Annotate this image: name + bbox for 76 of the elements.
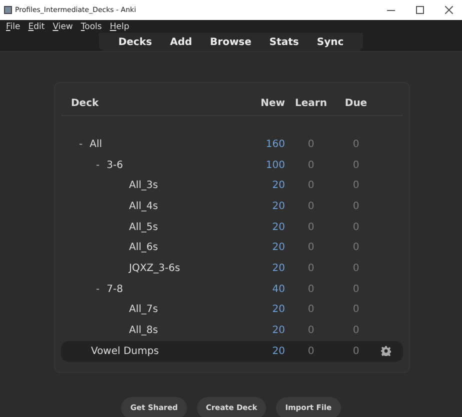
deck-name[interactable]: All_8s	[129, 325, 158, 336]
learn-count: 0	[306, 242, 316, 254]
collapse-toggle[interactable]: -	[96, 160, 100, 171]
due-count: 0	[352, 242, 360, 254]
new-count: 20	[271, 304, 285, 316]
menu-item[interactable]: Tools	[80, 22, 102, 32]
deck-name[interactable]: 7-8	[106, 284, 123, 295]
close-icon[interactable]	[445, 6, 453, 14]
column-header: Learn	[294, 98, 328, 108]
menu-item[interactable]: File	[6, 22, 20, 32]
learn-count: 0	[306, 304, 316, 316]
deck-name[interactable]: All	[90, 138, 102, 150]
learn-count: 0	[306, 222, 316, 233]
new-count: 20	[271, 200, 285, 212]
menu-item[interactable]: Edit	[28, 22, 45, 32]
deck-name[interactable]: All_6s	[129, 242, 158, 254]
column-header: Due	[344, 98, 368, 108]
menu-item[interactable]: View	[52, 22, 73, 32]
maximize-icon[interactable]	[416, 6, 424, 14]
due-count: 0	[352, 304, 360, 316]
deck-name[interactable]: All_4s	[129, 200, 158, 212]
learn-count: 0	[306, 180, 316, 192]
deck-row[interactable]: JQXZ_3-6s 20 0 0	[61, 258, 403, 279]
toolbar-link[interactable]: Browse	[201, 33, 260, 51]
column-header: Deck	[71, 98, 99, 108]
new-count: 160	[264, 138, 285, 150]
deck-name[interactable]: 3-6	[106, 160, 123, 171]
due-count: 0	[352, 222, 360, 233]
learn-count: 0	[306, 262, 316, 274]
collapse-toggle[interactable]: -	[96, 284, 100, 295]
deck-name[interactable]: Vowel Dumps	[91, 346, 159, 357]
toolbar-link[interactable]: Add	[160, 33, 202, 51]
due-count: 0	[352, 180, 360, 192]
deck-name[interactable]: All_3s	[129, 180, 158, 192]
new-count: 100	[264, 160, 285, 171]
learn-count: 0	[306, 325, 316, 336]
deck-row[interactable]: - All 160 0 0	[61, 134, 403, 155]
deck-row[interactable]: All_5s 20 0 0	[61, 216, 403, 238]
learn-count: 0	[306, 160, 316, 171]
learn-count: 0	[306, 200, 316, 212]
deck-row[interactable]: - 3-6 100 0 0	[61, 154, 403, 176]
new-count: 40	[271, 284, 285, 295]
due-count: 0	[352, 200, 360, 212]
deck-row[interactable]: Vowel Dumps 20 0 0	[61, 340, 403, 362]
due-count: 0	[352, 262, 360, 274]
due-count: 0	[352, 346, 360, 357]
learn-count: 0	[306, 138, 316, 150]
new-count: 20	[271, 180, 285, 192]
new-count: 20	[271, 262, 285, 274]
deck-name[interactable]: All_5s	[129, 222, 158, 233]
due-count: 0	[352, 160, 360, 171]
deck-row[interactable]: All_7s 20 0 0	[61, 300, 403, 320]
deck-row[interactable]: All_3s 20 0 0	[61, 175, 403, 196]
deck-row[interactable]: All_4s 20 0 0	[61, 196, 403, 217]
collapse-toggle[interactable]: -	[79, 138, 83, 150]
new-count: 20	[271, 325, 285, 336]
menu-item[interactable]: Help	[110, 22, 130, 32]
toolbar-link[interactable]: Stats	[260, 33, 308, 51]
deck-row[interactable]: All_6s 20 0 0	[61, 237, 403, 258]
deck-name[interactable]: JQXZ_3-6s	[129, 262, 180, 274]
new-count: 20	[271, 346, 285, 357]
new-count: 20	[271, 222, 285, 233]
due-count: 0	[352, 138, 360, 150]
learn-count: 0	[306, 346, 316, 357]
deck-row[interactable]: - 7-8 40 0 0	[61, 278, 403, 300]
toolbar-link[interactable]: Decks	[109, 33, 161, 51]
due-count: 0	[352, 325, 360, 336]
toolbar-link[interactable]: Sync	[308, 33, 353, 51]
deck-row[interactable]: All_8s 20 0 0	[61, 320, 403, 341]
app-icon	[4, 6, 12, 14]
new-count: 20	[271, 242, 285, 254]
deck-name[interactable]: All_7s	[129, 304, 158, 316]
due-count: 0	[352, 284, 360, 295]
gear-icon[interactable]	[381, 346, 391, 356]
learn-count: 0	[306, 284, 316, 295]
column-header: New	[260, 98, 285, 108]
